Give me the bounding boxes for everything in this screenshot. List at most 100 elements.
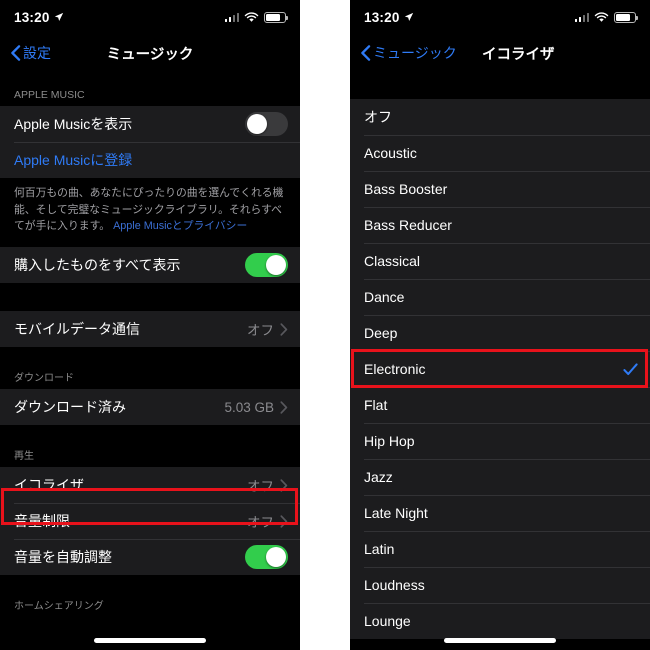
back-button-label: ミュージック <box>373 45 457 61</box>
footnote-privacy-link[interactable]: Apple Musicとプライバシー <box>113 220 247 232</box>
row-value: オフ <box>247 479 274 495</box>
battery-icon <box>614 11 639 23</box>
row-label: イコライザ <box>14 477 84 494</box>
spacer <box>0 347 300 370</box>
eq-preset-row[interactable]: Electronic <box>350 351 650 387</box>
chevron-left-icon <box>11 45 21 61</box>
group-apple-music: Apple Musicを表示 Apple Musicに登録 <box>0 106 300 178</box>
eq-preset-row[interactable]: Flat <box>350 387 650 423</box>
chevron-left-icon <box>361 45 371 61</box>
wifi-icon <box>244 11 259 22</box>
back-button-label: 設定 <box>23 45 51 61</box>
eq-preset-row[interactable]: Acoustic <box>350 135 650 171</box>
section-header-playback: 再生 <box>0 447 300 468</box>
group-downloads: ダウンロード済み 5.03 GB <box>0 389 300 426</box>
eq-preset-label: Late Night <box>364 505 428 521</box>
row-subscribe-apple-music[interactable]: Apple Musicに登録 <box>0 142 300 178</box>
eq-preset-row[interactable]: Hip Hop <box>350 423 650 459</box>
row-value: 5.03 GB <box>224 399 274 415</box>
section-header-downloads: ダウンロード <box>0 369 300 390</box>
home-indicator-right[interactable] <box>444 638 556 643</box>
back-button-music[interactable]: ミュージック <box>360 43 457 63</box>
row-downloaded[interactable]: ダウンロード済み 5.03 GB <box>0 389 300 426</box>
status-bar-left: 13:20 <box>0 0 300 34</box>
spacer <box>0 575 300 598</box>
section-header-home-sharing: ホームシェアリング <box>0 597 300 618</box>
eq-preset-label: Flat <box>364 397 388 413</box>
chevron-right-icon <box>280 323 288 336</box>
eq-preset-label: Jazz <box>364 469 393 485</box>
eq-preset-label: Bass Reducer <box>364 217 452 233</box>
chevron-right-icon <box>280 479 288 492</box>
spacer <box>0 283 300 312</box>
status-time-text: 13:20 <box>364 9 400 25</box>
eq-preset-row[interactable]: Deep <box>350 315 650 351</box>
nav-bar-left: 設定 ミュージック <box>0 34 300 72</box>
group-show-purchased: 購入したものをすべて表示 <box>0 247 300 284</box>
toggle-show-apple-music[interactable] <box>245 112 288 136</box>
battery-icon <box>264 11 289 23</box>
cellular-signal-icon <box>224 12 239 22</box>
spacer <box>350 72 650 99</box>
spacer <box>0 72 300 84</box>
spacer <box>0 425 300 448</box>
toggle-show-all-purchases[interactable] <box>245 253 288 278</box>
row-label: 購入したものをすべて表示 <box>14 257 181 274</box>
eq-preset-row[interactable]: Bass Reducer <box>350 207 650 243</box>
right-phone-screen: 13:20 ミュージック イコライザ オフ Acoustic Bass Boos… <box>350 0 650 650</box>
eq-preset-label: Acoustic <box>364 145 417 161</box>
status-bar-right: 13:20 <box>350 0 650 34</box>
row-show-apple-music[interactable]: Apple Musicを表示 <box>0 106 300 142</box>
eq-preset-label: Classical <box>364 253 421 269</box>
eq-preset-label: オフ <box>364 109 392 125</box>
eq-preset-label: Latin <box>364 541 395 557</box>
eq-preset-row[interactable]: Dance <box>350 279 650 315</box>
row-show-all-purchases[interactable]: 購入したものをすべて表示 <box>0 247 300 284</box>
eq-preset-row[interactable]: Bass Booster <box>350 171 650 207</box>
nav-bar-right: ミュージック イコライザ <box>350 34 650 72</box>
status-bar-time-right: 13:20 <box>364 10 414 25</box>
row-label: 音量を自動調整 <box>14 549 112 566</box>
cellular-signal-icon <box>574 12 589 22</box>
eq-preset-label: Hip Hop <box>364 433 415 449</box>
back-button-settings[interactable]: 設定 <box>10 43 51 63</box>
status-bar-indicators-right <box>574 11 639 23</box>
status-bar-indicators-left <box>224 11 289 23</box>
row-value: オフ <box>247 515 274 531</box>
eq-preset-label: Lounge <box>364 613 411 629</box>
row-label: ダウンロード済み <box>14 399 126 416</box>
row-equalizer[interactable]: イコライザ オフ <box>0 467 300 504</box>
row-sound-check[interactable]: 音量を自動調整 <box>0 539 300 576</box>
footnote-apple-music: 何百万もの曲、あなたにぴったりの曲を選んでくれる機能、そして完璧なミュージックラ… <box>0 178 300 244</box>
checkmark-icon <box>623 362 638 375</box>
eq-preset-row[interactable]: オフ <box>350 99 650 135</box>
eq-preset-row[interactable]: Late Night <box>350 495 650 531</box>
group-playback: イコライザ オフ 音量制限 オフ 音量を自動調整 <box>0 467 300 576</box>
row-volume-limit[interactable]: 音量制限 オフ <box>0 503 300 540</box>
toggle-sound-check[interactable] <box>245 545 288 570</box>
screenshot-stage: 13:20 設定 ミュージック APPLE MUSIC Apple Musicを… <box>0 0 650 650</box>
row-label: Apple Musicを表示 <box>14 116 133 132</box>
row-value: オフ <box>247 323 274 339</box>
eq-preset-row[interactable]: Loudness <box>350 567 650 603</box>
eq-preset-row[interactable]: Jazz <box>350 459 650 495</box>
eq-preset-row[interactable]: Lounge <box>350 603 650 639</box>
equalizer-preset-list: オフ Acoustic Bass Booster Bass Reducer Classi… <box>350 99 650 639</box>
eq-preset-label: Electronic <box>364 361 426 377</box>
home-indicator-left[interactable] <box>94 638 206 643</box>
eq-preset-row[interactable]: Classical <box>350 243 650 279</box>
location-arrow-icon <box>404 12 413 21</box>
eq-preset-label: Dance <box>364 289 405 305</box>
row-cellular-data[interactable]: モバイルデータ通信 オフ <box>0 311 300 348</box>
row-label: Apple Musicに登録 <box>14 152 133 168</box>
status-bar-time-left: 13:20 <box>14 10 64 25</box>
location-arrow-icon <box>54 12 63 21</box>
chevron-right-icon <box>280 401 288 414</box>
page-title-right: イコライザ <box>482 46 555 63</box>
section-header-apple-music: APPLE MUSIC <box>0 84 300 106</box>
left-phone-screen: 13:20 設定 ミュージック APPLE MUSIC Apple Musicを… <box>0 0 300 650</box>
chevron-right-icon <box>280 515 288 528</box>
eq-preset-label: Bass Booster <box>364 181 448 197</box>
status-time-text: 13:20 <box>14 9 50 25</box>
eq-preset-row[interactable]: Latin <box>350 531 650 567</box>
